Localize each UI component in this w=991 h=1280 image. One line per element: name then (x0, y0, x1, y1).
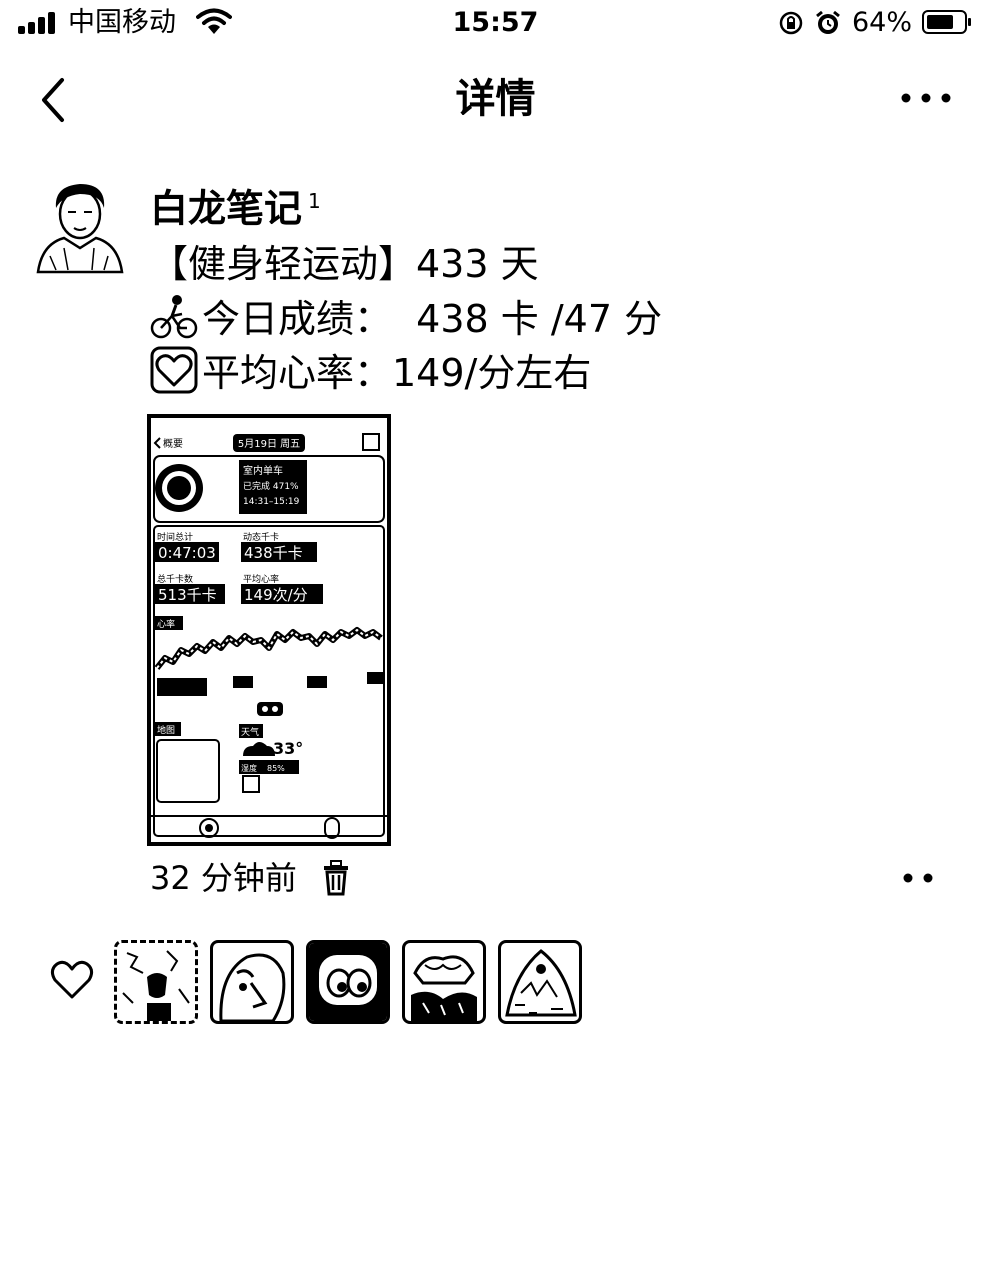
liker-avatar[interactable] (402, 940, 486, 1024)
screenshot-stat4-label: 平均心率 (243, 573, 279, 585)
avatar[interactable] (34, 178, 126, 274)
more-options-button[interactable] (896, 86, 956, 110)
svg-text:概要: 概要 (163, 437, 183, 450)
heart-emoji-icon (150, 346, 198, 394)
trash-icon[interactable] (320, 860, 352, 896)
orientation-lock-icon (779, 11, 803, 35)
status-bar: 中国移动 15:57 64% (0, 0, 991, 50)
screenshot-map-label: 地图 (157, 724, 175, 736)
screenshot-map (156, 739, 220, 803)
screenshot-stat3-value: 513千卡 (158, 586, 217, 604)
screenshot-completed: 已完成 471% (243, 480, 299, 492)
status-time: 15:57 (452, 7, 539, 38)
screenshot-humidity-label: 湿度 (241, 763, 257, 773)
screenshot-workout-name: 室内单车 (243, 464, 283, 477)
post-line-score: 今日成绩： 438 卡 /47 分 (150, 292, 662, 345)
screenshot-temperature: 33° (273, 739, 303, 758)
post-line-title: 【健身轻运动】433 天 (150, 242, 539, 286)
screenshot-stat1-value: 0:47:03 (158, 544, 216, 562)
screenshot-stat1-label: 时间总计 (157, 531, 193, 543)
cyclist-emoji-icon (150, 295, 198, 339)
username[interactable]: 白龙笔记 1 (150, 176, 321, 234)
liker-avatar[interactable] (210, 940, 294, 1024)
liker-avatar[interactable] (498, 940, 582, 1024)
liker-avatar[interactable] (114, 940, 198, 1024)
post-line-heart-rate: 平均心率：149/分左右 (150, 346, 591, 399)
screenshot-share-icon (362, 433, 380, 451)
screenshot-weather-label: 天气 (241, 726, 259, 738)
battery-percent: 64% (852, 7, 913, 38)
comment-button[interactable] (900, 868, 940, 888)
screenshot-stat2-value: 438千卡 (244, 544, 303, 562)
alarm-icon (816, 10, 840, 34)
username-badge: 1 (308, 189, 321, 213)
screenshot-stat3-label: 总千卡数 (157, 573, 193, 585)
screenshot-humidity-value: 85% (267, 764, 285, 773)
screenshot-cloud-icon (243, 742, 275, 756)
screenshot-stat2-label: 动态千卡 (243, 531, 279, 543)
liker-avatar[interactable] (306, 940, 390, 1024)
battery-icon (922, 10, 971, 34)
screenshot-stat4-value: 149次/分 (244, 586, 308, 604)
heart-outline-icon[interactable] (50, 960, 94, 1000)
screenshot-back-button: 概要 (153, 437, 183, 450)
screenshot-hr-label: 心率 (157, 618, 175, 630)
screenshot-time-range: 14:31–15:19 (243, 497, 300, 507)
screenshot-date: 5月19日 周五 (238, 438, 300, 450)
page-title: 详情 (455, 76, 536, 122)
attached-screenshot[interactable]: 概要 5月19日 周五 室内单车 已完成 471% 14:31–15:19 时间… (147, 414, 391, 846)
post-time: 32 分钟前 (150, 859, 297, 897)
